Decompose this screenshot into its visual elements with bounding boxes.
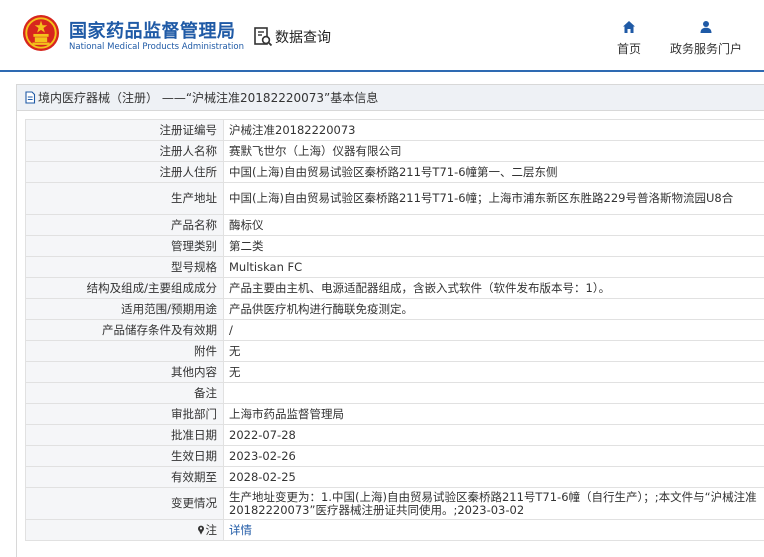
table-row: 生产地址 中国(上海)自由贸易试验区秦桥路211号T71-6幢；上海市浦东新区东胜… xyxy=(25,182,764,215)
field-value-text: 2028-02-25 xyxy=(229,469,296,484)
document-icon xyxy=(25,91,36,104)
org-name-cn: 国家药品监督管理局 xyxy=(69,21,236,42)
field-value: 无 xyxy=(223,340,764,362)
field-label: 附件 xyxy=(25,340,224,362)
field-value-text: 第二类 xyxy=(229,238,264,253)
field-value: 产品主要由主机、电源适配器组成，含嵌入式软件（软件发布版本号：1）。 xyxy=(223,277,764,299)
field-value: 2023-02-26 xyxy=(223,445,764,467)
home-icon xyxy=(623,21,635,33)
nav-service-portal-label: 政务服务门户 xyxy=(669,42,742,56)
field-value: 生产地址变更为：1.中国(上海)自由贸易试验区秦桥路211号T71-6幢（自行生… xyxy=(223,487,764,520)
nav-home-label: 首页 xyxy=(616,42,641,56)
data-query-label: 数据查询 xyxy=(275,30,331,46)
field-value-text: 上海市药品监督管理局 xyxy=(229,406,344,421)
field-label: 注册人住所 xyxy=(25,161,224,183)
table-row: 备注 xyxy=(25,382,764,404)
national-emblem-icon xyxy=(22,14,60,52)
nav-home[interactable]: 首页 xyxy=(611,20,647,57)
field-label: 审批部门 xyxy=(25,403,224,425)
note-label: 注 xyxy=(205,522,218,537)
table-row: 产品储存条件及有效期 / xyxy=(25,319,764,341)
field-value: 中国(上海)自由贸易试验区秦桥路211号T71-6幢第一、二层东侧 xyxy=(223,161,764,183)
org-name-en: National Medical Products Administration xyxy=(69,42,244,52)
field-value xyxy=(223,382,764,404)
field-label: 注册人名称 xyxy=(25,140,224,162)
nav-service-portal[interactable]: 政务服务门户 xyxy=(664,20,748,57)
detail-panel: 境内医疗器械（注册） ——“沪械注准20182220073”基本信息 注册证编号… xyxy=(16,84,764,557)
note-value-cell: 详情 xyxy=(223,519,764,541)
table-row: 注册人住所 中国(上海)自由贸易试验区秦桥路211号T71-6幢第一、二层东侧 xyxy=(25,161,764,183)
field-value: 上海市药品监督管理局 xyxy=(223,403,764,425)
field-label: 注册证编号 xyxy=(25,119,224,141)
table-row: 其他内容无 xyxy=(25,361,764,383)
panel-header: 境内医疗器械（注册） ——“沪械注准20182220073”基本信息 xyxy=(17,85,764,111)
field-label: 变更情况 xyxy=(25,487,224,520)
field-value-text: 无 xyxy=(229,343,241,358)
field-value-text: 2022-07-28 xyxy=(229,427,296,442)
field-value-text: 中国(上海)自由贸易试验区秦桥路211号T71-6幢第一、二层东侧 xyxy=(229,164,558,179)
field-label: 生产地址 xyxy=(25,182,224,215)
field-value: / xyxy=(223,319,764,341)
field-label: 有效期至 xyxy=(25,466,224,488)
field-label: 其他内容 xyxy=(25,361,224,383)
table-row: 有效期至 2028-02-25 xyxy=(25,466,764,488)
field-value: 酶标仪 xyxy=(223,214,764,236)
field-value: 中国(上海)自由贸易试验区秦桥路211号T71-6幢；上海市浦东新区东胜路229… xyxy=(223,182,764,215)
field-value: 第二类 xyxy=(223,235,764,257)
table-row: 批准日期 2022-07-28 xyxy=(25,424,764,446)
table-row: 结构及组成/主要组成成分 产品主要由主机、电源适配器组成，含嵌入式软件（软件发布版… xyxy=(25,277,764,299)
field-value-text: 2023-02-26 xyxy=(229,448,296,463)
search-document-icon xyxy=(254,27,273,47)
field-value: 沪械注准20182220073 xyxy=(223,119,764,141)
user-icon xyxy=(700,21,712,33)
field-value-text: 酶标仪 xyxy=(229,217,264,232)
table-row: 变更情况 生产地址变更为：1.中国(上海)自由贸易试验区秦桥路211号T71-6幢… xyxy=(25,487,764,520)
field-value-text: 产品主要由主机、电源适配器组成，含嵌入式软件（软件发布版本号：1）。 xyxy=(229,280,611,295)
table-row-note: 注详情 xyxy=(25,519,764,541)
table-row: 生效日期 2023-02-26 xyxy=(25,445,764,467)
field-value-text: 产品供医疗机构进行酶联免疫测定。 xyxy=(229,301,413,316)
field-label: 结构及组成/主要组成成分 xyxy=(25,277,224,299)
field-value: 无 xyxy=(223,361,764,383)
field-value-text: / xyxy=(229,322,233,337)
note-label-cell: 注 xyxy=(25,519,224,541)
panel-title: 境内医疗器械（注册） ——“沪械注准20182220073”基本信息 xyxy=(38,91,379,105)
field-value: 赛默飞世尔（上海）仪器有限公司 xyxy=(223,140,764,162)
detail-table: 注册证编号 沪械注准20182220073 注册人名称 赛默飞世尔（上海）仪器有限公司… xyxy=(25,119,764,541)
field-label: 备注 xyxy=(25,382,224,404)
field-value-text: 中国(上海)自由贸易试验区秦桥路211号T71-6幢；上海市浦东新区东胜路229… xyxy=(229,191,734,205)
field-value-text: 生产地址变更为：1.中国(上海)自由贸易试验区秦桥路211号T71-6幢（自行生… xyxy=(229,489,757,517)
table-row: 适用范围/预期用途 产品供医疗机构进行酶联免疫测定。 xyxy=(25,298,764,320)
field-label: 适用范围/预期用途 xyxy=(25,298,224,320)
detail-table-body: 注册证编号 沪械注准20182220073 注册人名称 赛默飞世尔（上海）仪器有限公司… xyxy=(25,119,764,541)
table-row: 注册人名称 赛默飞世尔（上海）仪器有限公司 xyxy=(25,140,764,162)
field-label: 型号规格 xyxy=(25,256,224,278)
table-row: 附件无 xyxy=(25,340,764,362)
detail-table-wrap: 注册证编号 沪械注准20182220073 注册人名称 赛默飞世尔（上海）仪器有限公司… xyxy=(25,119,764,541)
table-row: 审批部门 上海市药品监督管理局 xyxy=(25,403,764,425)
field-value: Multiskan FC xyxy=(223,256,764,278)
site-header: 国家药品监督管理局 National Medical Products Admi… xyxy=(0,0,764,72)
field-label: 产品名称 xyxy=(25,214,224,236)
details-link[interactable]: 详情 xyxy=(229,523,252,537)
field-label: 产品储存条件及有效期 xyxy=(25,319,224,341)
field-label: 批准日期 xyxy=(25,424,224,446)
field-label: 生效日期 xyxy=(25,445,224,467)
field-value: 2022-07-28 xyxy=(223,424,764,446)
table-row: 注册证编号 沪械注准20182220073 xyxy=(25,119,764,141)
field-value: 2028-02-25 xyxy=(223,466,764,488)
field-value-text: 赛默飞世尔（上海）仪器有限公司 xyxy=(229,143,402,158)
field-value-text: Multiskan FC xyxy=(229,259,303,274)
field-label: 管理类别 xyxy=(25,235,224,257)
table-row: 型号规格 Multiskan FC xyxy=(25,256,764,278)
pin-icon xyxy=(197,525,204,535)
field-value: 产品供医疗机构进行酶联免疫测定。 xyxy=(223,298,764,320)
field-value-text: 无 xyxy=(229,364,241,379)
data-query-link[interactable]: 数据查询 xyxy=(253,26,331,48)
field-value-text: 沪械注准20182220073 xyxy=(229,122,356,137)
table-row: 产品名称 酶标仪 xyxy=(25,214,764,236)
table-row: 管理类别 第二类 xyxy=(25,235,764,257)
